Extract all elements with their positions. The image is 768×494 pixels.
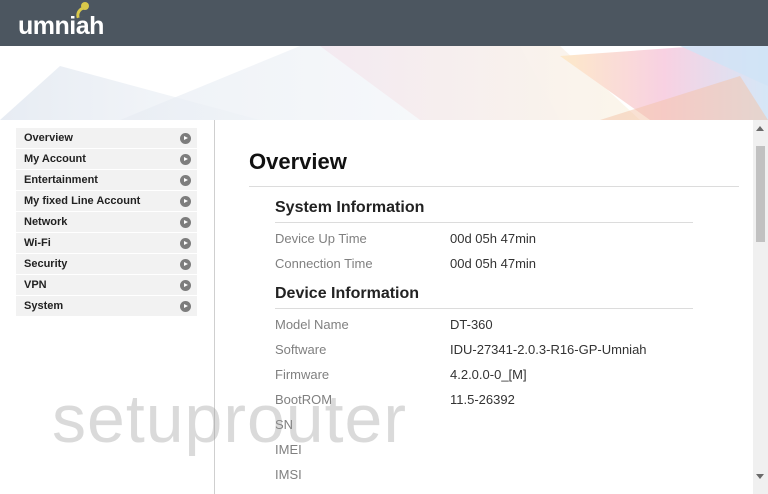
section-divider	[275, 308, 693, 309]
connection-time-label: Connection Time	[275, 256, 373, 271]
sidebar-item-overview[interactable]: Overview	[16, 128, 197, 149]
sidebar-item-label: Overview	[24, 132, 73, 144]
chevron-right-circle-icon	[180, 175, 191, 186]
sidebar-item-my-account[interactable]: My Account	[16, 149, 197, 170]
section-divider	[275, 222, 693, 223]
main-content: Overview System Information Device Up Ti…	[215, 120, 753, 494]
connection-time-value: 00d 05h 47min	[450, 256, 537, 271]
bootrom-label: BootROM	[275, 392, 333, 407]
chevron-right-circle-icon	[180, 217, 191, 228]
chevron-right-circle-icon	[180, 259, 191, 270]
device-up-time-label: Device Up Time	[275, 231, 367, 246]
firmware-value: 4.2.0.0-0_[M]	[450, 367, 527, 382]
sidebar-item-vpn[interactable]: VPN	[16, 275, 197, 296]
chevron-right-circle-icon	[180, 301, 191, 312]
sidebar-item-system[interactable]: System	[16, 296, 197, 317]
chevron-right-circle-icon	[180, 280, 191, 291]
chevron-right-circle-icon	[180, 238, 191, 249]
model-name-value: DT-360	[450, 317, 493, 332]
chevron-right-circle-icon	[180, 196, 191, 207]
top-header-bar: umniah	[0, 0, 768, 46]
chevron-right-circle-icon	[180, 133, 191, 144]
sidebar-item-label: Wi-Fi	[24, 237, 51, 249]
imsi-label: IMSI	[275, 467, 302, 482]
device-information-heading: Device Information	[275, 285, 420, 302]
scroll-up-arrow-icon[interactable]	[756, 126, 764, 131]
sidebar-nav: Overview My Account Entertainment My fix…	[16, 128, 197, 317]
sidebar-item-label: Security	[24, 258, 68, 270]
model-name-label: Model Name	[275, 317, 349, 332]
firmware-label: Firmware	[275, 367, 330, 382]
sidebar-item-label: Network	[24, 216, 68, 228]
sidebar-item-label: System	[24, 300, 64, 312]
page-title: Overview	[249, 149, 347, 174]
sn-label: SN	[275, 417, 294, 432]
logo-text: umniah	[18, 12, 104, 40]
device-up-time-value: 00d 05h 47min	[450, 231, 537, 246]
decorative-banner	[0, 46, 768, 120]
title-divider	[249, 186, 739, 187]
sidebar-item-entertainment[interactable]: Entertainment	[16, 170, 197, 191]
logo-dot-icon	[81, 2, 89, 10]
scroll-down-arrow-icon[interactable]	[756, 474, 764, 479]
sidebar-item-wifi[interactable]: Wi-Fi	[16, 233, 197, 254]
system-information-heading: System Information	[275, 199, 425, 216]
bootrom-value: 11.5-26392	[450, 392, 515, 407]
banner-graphic	[0, 46, 768, 120]
software-value: IDU-27341-2.0.3-R16-GP-Umniah	[450, 342, 647, 357]
sidebar-item-security[interactable]: Security	[16, 254, 197, 275]
sidebar-item-label: Entertainment	[24, 174, 98, 186]
chevron-right-circle-icon	[180, 154, 191, 165]
imei-label: IMEI	[275, 442, 302, 457]
scrollbar-thumb[interactable]	[756, 146, 765, 242]
sidebar-item-network[interactable]: Network	[16, 212, 197, 233]
sidebar-item-label: My fixed Line Account	[24, 195, 141, 207]
software-label: Software	[275, 342, 327, 357]
vertical-scrollbar[interactable]	[753, 120, 768, 494]
sidebar-item-my-fixed-line-account[interactable]: My fixed Line Account	[16, 191, 197, 212]
sidebar-item-label: VPN	[24, 279, 47, 291]
sidebar-item-label: My Account	[24, 153, 86, 165]
